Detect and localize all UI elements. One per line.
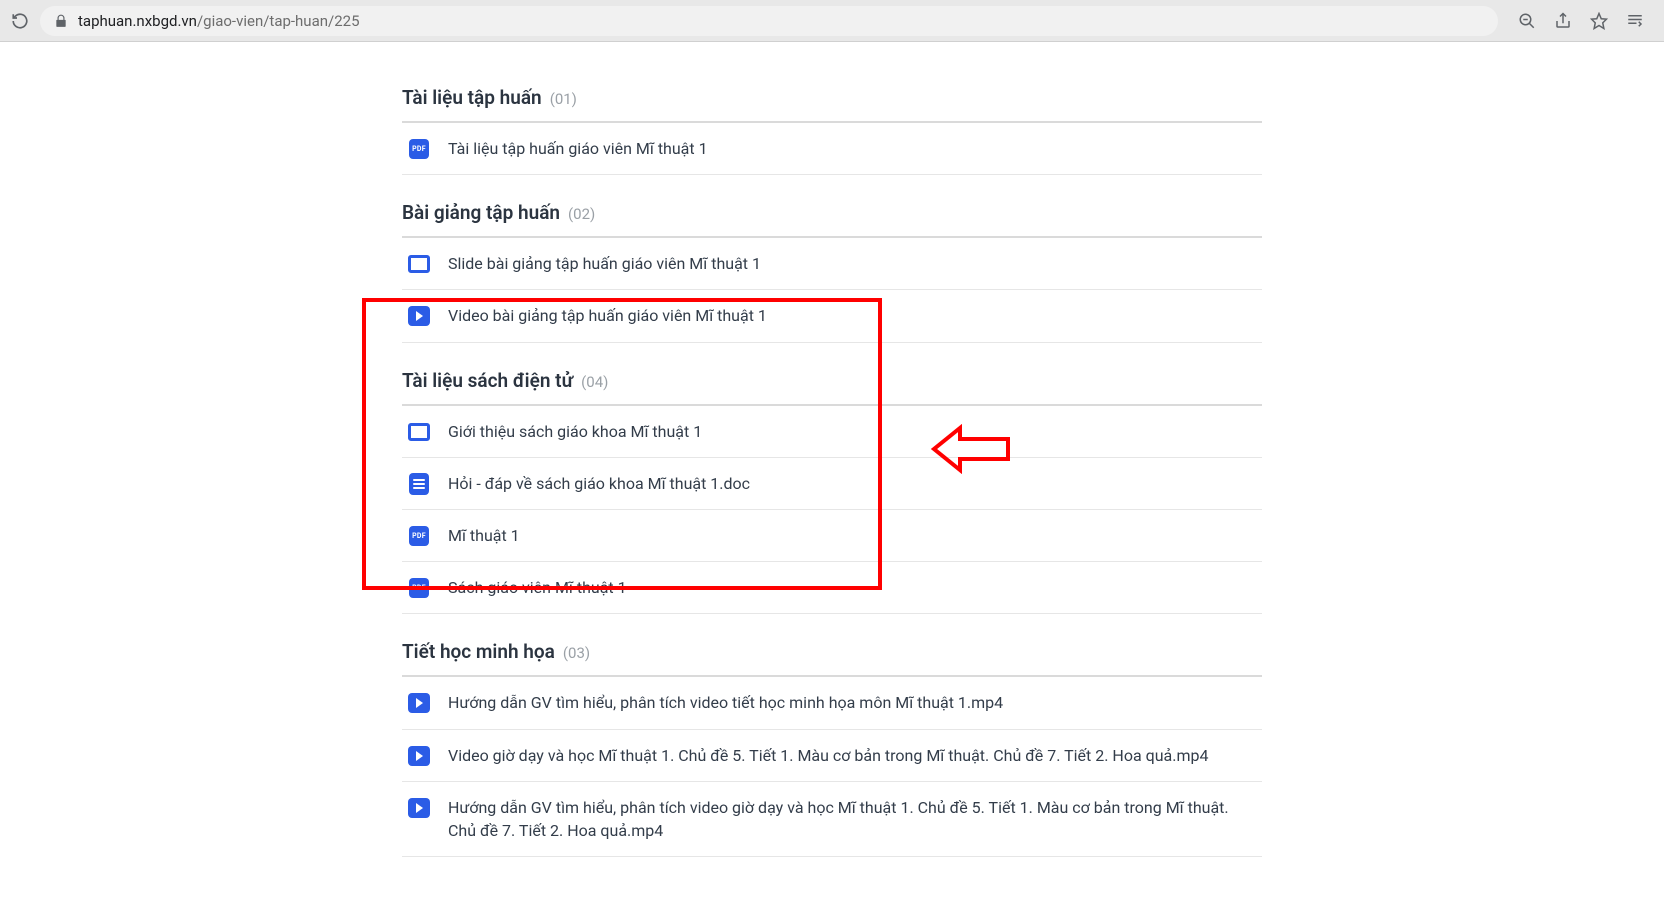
item-label: Tài liệu tập huấn giáo viên Mĩ thuật 1 bbox=[448, 137, 708, 160]
item-label: Mĩ thuật 1 bbox=[448, 524, 520, 547]
slide-icon bbox=[408, 421, 430, 443]
list-item[interactable]: Hướng dẫn GV tìm hiểu, phân tích video t… bbox=[402, 677, 1262, 729]
lock-icon bbox=[54, 14, 68, 28]
list-item[interactable]: PDF Tài liệu tập huấn giáo viên Mĩ thuật… bbox=[402, 123, 1262, 175]
section-title: Tài liệu tập huấn bbox=[402, 86, 542, 109]
list-item[interactable]: Hướng dẫn GV tìm hiểu, phân tích video g… bbox=[402, 782, 1262, 857]
section-header: Tiết học minh họa (03) bbox=[402, 630, 1262, 677]
star-icon[interactable] bbox=[1590, 12, 1608, 30]
section-title: Tiết học minh họa bbox=[402, 640, 555, 663]
pdf-icon: PDF bbox=[408, 138, 430, 160]
browser-address-bar: taphuan.nxbgd.vn/giao-vien/tap-huan/225 bbox=[0, 0, 1664, 42]
item-label: Slide bài giảng tập huấn giáo viên Mĩ th… bbox=[448, 252, 761, 275]
section-title: Tài liệu sách điện tử bbox=[402, 369, 573, 392]
item-label: Giới thiệu sách giáo khoa Mĩ thuật 1 bbox=[448, 420, 702, 443]
item-label: Hỏi - đáp về sách giáo khoa Mĩ thuật 1.d… bbox=[448, 472, 750, 495]
list-item[interactable]: Hỏi - đáp về sách giáo khoa Mĩ thuật 1.d… bbox=[402, 458, 1262, 510]
section-header: Tài liệu tập huấn (01) bbox=[402, 76, 1262, 123]
item-label: Sách giáo viên Mĩ thuật 1 bbox=[448, 576, 627, 599]
section-tai-lieu-sach-dien-tu: Tài liệu sách điện tử (04) Giới thiệu sá… bbox=[392, 359, 1272, 615]
section-count: (02) bbox=[568, 205, 595, 223]
video-icon bbox=[408, 797, 430, 819]
section-bai-giang-tap-huan: Bài giảng tập huấn (02) Slide bài giảng … bbox=[392, 191, 1272, 342]
pdf-icon: PDF bbox=[408, 577, 430, 599]
list-item[interactable]: PDF Sách giáo viên Mĩ thuật 1 bbox=[402, 562, 1262, 614]
video-icon bbox=[408, 692, 430, 714]
video-icon bbox=[408, 745, 430, 767]
reload-icon[interactable] bbox=[10, 11, 30, 31]
doc-icon bbox=[408, 473, 430, 495]
item-label: Video bài giảng tập huấn giáo viên Mĩ th… bbox=[448, 304, 767, 327]
pdf-icon: PDF bbox=[408, 525, 430, 547]
video-icon bbox=[408, 305, 430, 327]
url-input[interactable]: taphuan.nxbgd.vn/giao-vien/tap-huan/225 bbox=[40, 6, 1498, 36]
browser-actions bbox=[1508, 12, 1654, 30]
section-title: Bài giảng tập huấn bbox=[402, 201, 560, 224]
list-item[interactable]: Video bài giảng tập huấn giáo viên Mĩ th… bbox=[402, 290, 1262, 342]
section-count: (01) bbox=[550, 90, 577, 108]
slide-icon bbox=[408, 253, 430, 275]
item-label: Hướng dẫn GV tìm hiểu, phân tích video g… bbox=[448, 796, 1256, 842]
url-path: /giao-vien/tap-huan/225 bbox=[197, 12, 360, 30]
page-content: Tài liệu tập huấn (01) PDF Tài liệu tập … bbox=[392, 42, 1272, 897]
reading-list-icon[interactable] bbox=[1626, 12, 1644, 30]
section-tiet-hoc-minh-hoa: Tiết học minh họa (03) Hướng dẫn GV tìm … bbox=[392, 630, 1272, 857]
list-item[interactable]: PDF Mĩ thuật 1 bbox=[402, 510, 1262, 562]
zoom-icon[interactable] bbox=[1518, 12, 1536, 30]
share-icon[interactable] bbox=[1554, 12, 1572, 30]
list-item[interactable]: Giới thiệu sách giáo khoa Mĩ thuật 1 bbox=[402, 406, 1262, 458]
section-count: (04) bbox=[581, 373, 608, 391]
section-tai-lieu-tap-huan: Tài liệu tập huấn (01) PDF Tài liệu tập … bbox=[392, 76, 1272, 175]
list-item[interactable]: Video giờ dạy và học Mĩ thuật 1. Chủ đề … bbox=[402, 730, 1262, 782]
list-item[interactable]: Slide bài giảng tập huấn giáo viên Mĩ th… bbox=[402, 238, 1262, 290]
section-header: Tài liệu sách điện tử (04) bbox=[402, 359, 1262, 406]
item-label: Hướng dẫn GV tìm hiểu, phân tích video t… bbox=[448, 691, 1003, 714]
section-count: (03) bbox=[563, 644, 590, 662]
section-header: Bài giảng tập huấn (02) bbox=[402, 191, 1262, 238]
url-host: taphuan.nxbgd.vn bbox=[78, 12, 197, 30]
url-text: taphuan.nxbgd.vn/giao-vien/tap-huan/225 bbox=[78, 12, 360, 30]
item-label: Video giờ dạy và học Mĩ thuật 1. Chủ đề … bbox=[448, 744, 1208, 767]
